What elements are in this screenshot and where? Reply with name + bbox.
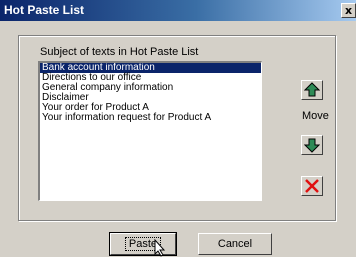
list-item[interactable]: Your information request for Product A: [40, 113, 261, 123]
paste-button[interactable]: Paste: [109, 232, 177, 256]
delete-button[interactable]: [301, 176, 323, 196]
arrow-up-icon: [304, 82, 320, 97]
hot-paste-dialog: Hot Paste List x Subject of texts in Hot…: [0, 0, 356, 257]
cancel-label: Cancel: [217, 238, 253, 250]
title-bar[interactable]: Hot Paste List: [0, 0, 356, 21]
close-icon: x: [344, 4, 353, 17]
move-down-button[interactable]: [301, 135, 323, 155]
hot-paste-listbox[interactable]: Bank account information Directions to o…: [38, 61, 262, 201]
move-label: Move: [302, 110, 329, 122]
mouse-cursor-icon: [154, 239, 166, 257]
close-button[interactable]: x: [341, 3, 356, 18]
group-label: Subject of texts in Hot Paste List: [40, 46, 199, 58]
window-title: Hot Paste List: [4, 3, 85, 17]
cancel-button[interactable]: Cancel: [198, 233, 272, 255]
delete-x-icon: [305, 179, 319, 193]
move-up-button[interactable]: [301, 80, 323, 100]
arrow-down-icon: [304, 138, 320, 153]
